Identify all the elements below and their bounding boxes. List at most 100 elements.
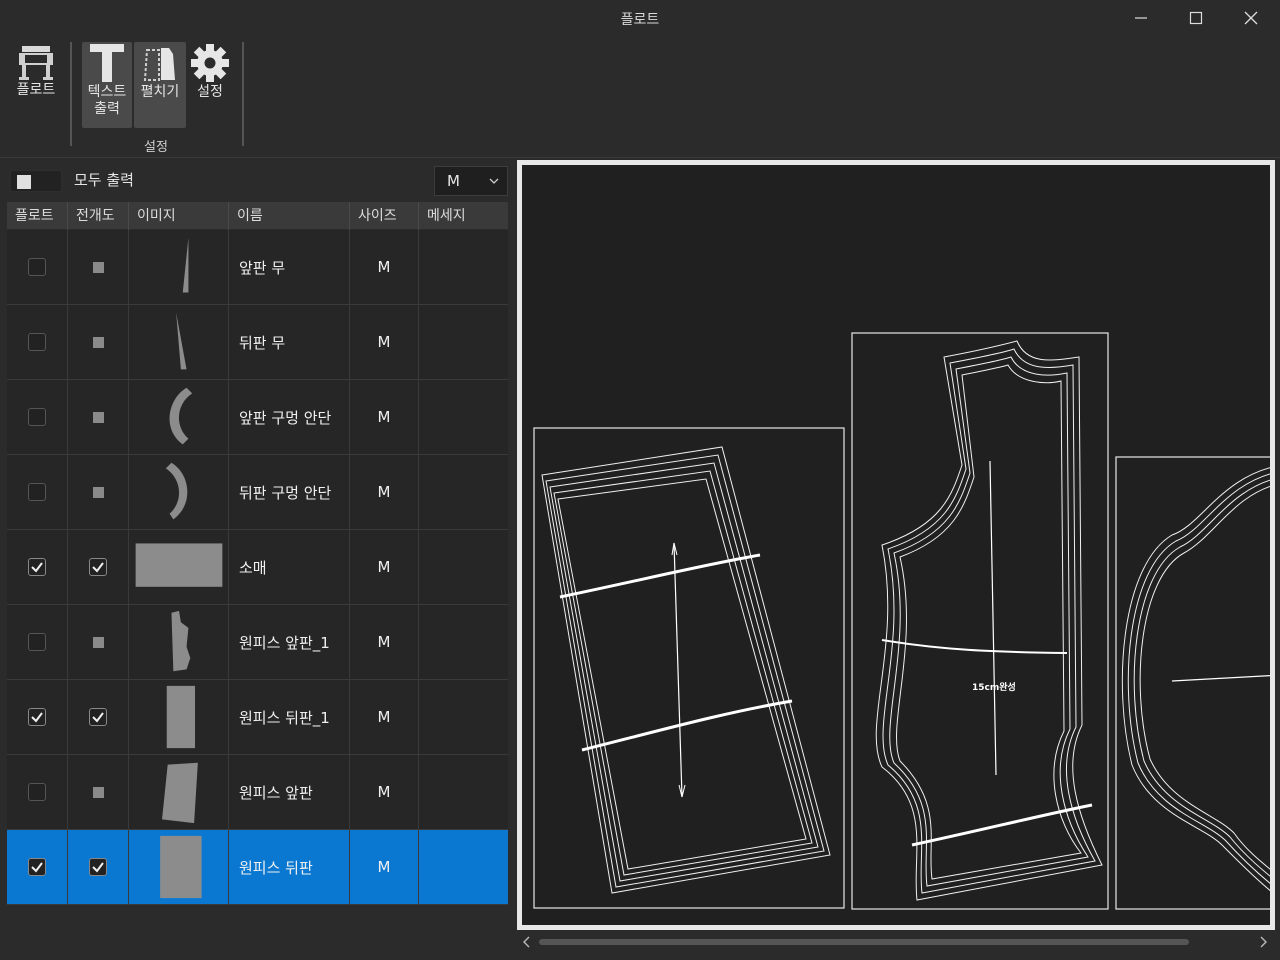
piece-size: M [350,605,419,679]
unfold-cell [68,830,129,904]
unfold-cell [68,605,129,679]
table-row[interactable]: 소매 M [7,530,508,605]
image-cell [129,530,229,604]
horizontal-scrollbar[interactable] [517,932,1275,952]
piece-thumbnail [169,387,192,445]
unfold-checkbox[interactable] [89,783,107,801]
plot-checkbox[interactable] [28,483,46,501]
column-header-plot[interactable]: 플로트 [7,202,68,230]
minimize-button[interactable] [1114,0,1168,36]
close-button[interactable] [1224,0,1278,36]
piece-list-panel: 모두 출력 M 플로트 전개도 이미지 이름 사이즈 메세지 앞판 무 M 뒤판 무… [0,160,512,960]
unfold-checkbox[interactable] [89,633,107,651]
unfold-button[interactable]: 펼치기 [134,42,186,128]
plot-checkbox[interactable] [28,633,46,651]
table-row[interactable]: 뒤판 구멍 안단 M [7,455,508,530]
unfold-checkbox[interactable] [89,858,107,876]
column-header-name[interactable]: 이름 [229,202,350,230]
minimize-icon [1135,17,1147,19]
indeterminate-mark [92,486,104,498]
all-output-toggle[interactable] [10,170,62,192]
table-row[interactable]: 원피스 앞판_1 M [7,605,508,680]
piece-name: 앞판 구멍 안단 [229,380,350,454]
piece-name: 원피스 뒤판_1 [229,680,350,754]
piece-message [419,455,508,529]
piece-message [419,380,508,454]
unfold-cell [68,755,129,829]
image-cell [129,605,229,679]
unfold-cell [68,380,129,454]
plot-checkbox[interactable] [28,558,46,576]
piece-size: M [350,380,419,454]
chevron-right-icon[interactable] [1257,935,1269,949]
plot-checkbox[interactable] [28,708,46,726]
size-select[interactable]: M [434,166,508,196]
indeterminate-mark [92,636,104,648]
table-row[interactable]: 원피스 뒤판_1 M [7,680,508,755]
table-row[interactable]: 앞판 구멍 안단 M [7,380,508,455]
unfold-checkbox[interactable] [89,333,107,351]
table-row[interactable]: 뒤판 무M [7,305,508,380]
plot-checkbox[interactable] [28,333,46,351]
ribbon: 플로트 텍스트 출력 펼치기 설정 설정 [0,36,1280,158]
image-cell [129,380,229,454]
plot-checkbox[interactable] [28,783,46,801]
image-cell [129,680,229,754]
text-output-button[interactable]: 텍스트 출력 [82,42,132,128]
table-row[interactable]: 원피스 앞판 M [7,755,508,830]
plot-preview-panel: 15cm완성 [512,160,1280,960]
title-bar: 플로트 [0,0,1280,36]
piece-name: 소매 [229,530,350,604]
maximize-icon [1189,11,1203,25]
curved-piece[interactable] [1115,456,1270,910]
checkmark-icon [92,862,104,873]
unfold-checkbox[interactable] [89,483,107,501]
plot-canvas[interactable]: 15cm완성 [522,165,1270,925]
sleeve-piece[interactable] [533,427,845,909]
column-header-message[interactable]: 메세지 [419,202,508,230]
piece-size: M [350,230,419,304]
table-body: 앞판 무 M 뒤판 무 M 앞판 구멍 안단 M 뒤판 구멍 안단 M 소매 M 원피스 앞판_1 M… [7,230,508,905]
maximize-button[interactable] [1169,0,1223,36]
unfold-checkbox[interactable] [89,558,107,576]
checkmark-icon [31,712,43,723]
plot-button[interactable]: 플로트 [8,42,64,112]
piece-thumbnail [161,762,198,824]
bodice-piece[interactable]: 15cm완성 [851,332,1109,910]
column-header-size[interactable]: 사이즈 [350,202,419,230]
plotter-icon [19,46,53,80]
column-header-unfold[interactable]: 전개도 [68,202,129,230]
piece-thumbnail [170,610,190,672]
settings-button[interactable]: 설정 [188,42,232,112]
all-output-label: 모두 출력 [74,171,134,189]
scrollbar-thumb[interactable] [539,939,1189,945]
image-cell [129,455,229,529]
piece-thumbnail [135,543,222,587]
indeterminate-mark [92,261,104,273]
plot-checkbox[interactable] [28,408,46,426]
plot-checkbox[interactable] [28,858,46,876]
unfold-checkbox[interactable] [89,708,107,726]
table-header: 플로트 전개도 이미지 이름 사이즈 메세지 [7,202,508,230]
plot-checkbox[interactable] [28,258,46,276]
piece-message [419,605,508,679]
unfold-checkbox[interactable] [89,408,107,426]
piece-name: 뒤판 구멍 안단 [229,455,350,529]
piece-message [419,305,508,379]
size-select-value: M [447,172,460,190]
unfold-checkbox[interactable] [89,258,107,276]
gear-icon [191,44,229,82]
piece-size: M [350,305,419,379]
column-header-image[interactable]: 이미지 [129,202,229,230]
plot-cell [7,530,68,604]
table-row[interactable]: 원피스 뒤판 M [7,830,508,905]
settings-group-label: 설정 [144,140,168,155]
image-cell [129,755,229,829]
unfold-cell [68,455,129,529]
table-row[interactable]: 앞판 무M [7,230,508,305]
chevron-left-icon[interactable] [521,935,533,949]
unfold-cell [68,230,129,304]
plot-cell [7,230,68,304]
unfold-pattern-icon [143,48,175,81]
piece-message [419,230,508,304]
